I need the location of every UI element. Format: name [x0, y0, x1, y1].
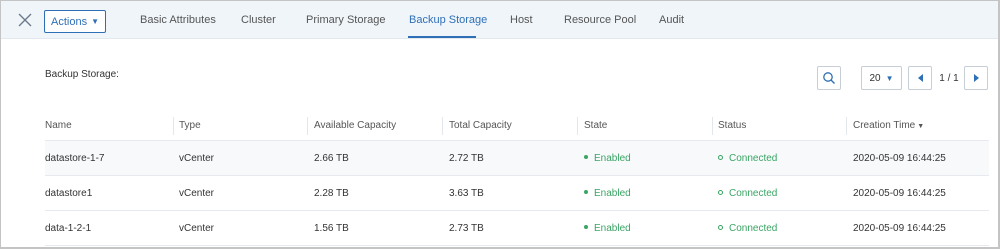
sort-descending-icon[interactable]: ▼ [917, 123, 924, 130]
active-tab-indicator [408, 36, 476, 38]
status-label: Connected [729, 223, 778, 234]
connected-ring-icon [718, 189, 723, 195]
cell-available-capacity: 1.56 TB [314, 223, 349, 234]
cell-available-capacity: 2.28 TB [314, 188, 349, 199]
tab-audit[interactable]: Audit [659, 14, 684, 26]
cell-status: Connected [718, 188, 777, 199]
cell-status: Connected [718, 223, 777, 234]
cell-name: datastore-1-7 [45, 153, 105, 164]
table-row[interactable]: datastore-1-7 vCenter 2.66 TB 2.72 TB En… [45, 141, 989, 176]
enabled-dot-icon [584, 225, 588, 230]
chevron-down-icon: ▼ [91, 16, 99, 26]
page-size-select[interactable]: 20 ▼ [861, 66, 902, 90]
tab-host[interactable]: Host [510, 14, 533, 26]
cell-total-capacity: 2.72 TB [449, 153, 484, 164]
state-label: Enabled [594, 223, 631, 234]
cell-creation-time: 2020-05-09 16:44:25 [853, 153, 946, 164]
cell-creation-time: 2020-05-09 16:44:25 [853, 188, 946, 199]
cell-total-capacity: 3.63 TB [449, 188, 484, 199]
cell-state: Enabled [584, 223, 631, 234]
cell-creation-time: 2020-05-09 16:44:25 [853, 223, 946, 234]
table-row[interactable]: datastore1 vCenter 2.28 TB 3.63 TB Enabl… [45, 176, 989, 211]
connected-ring-icon [718, 224, 723, 230]
column-header-available-capacity[interactable]: Available Capacity [314, 120, 396, 131]
column-divider [846, 117, 847, 135]
backup-storage-table: Name Type Available Capacity Total Capac… [45, 111, 989, 246]
caret-right-icon [973, 74, 979, 82]
column-divider [442, 117, 443, 135]
cell-state: Enabled [584, 188, 631, 199]
search-button[interactable] [817, 66, 841, 90]
cell-name: data-1-2-1 [45, 223, 92, 234]
cell-status: Connected [718, 153, 777, 164]
column-header-name[interactable]: Name [45, 120, 72, 131]
close-button[interactable] [14, 9, 36, 31]
status-label: Connected [729, 153, 778, 164]
column-header-type[interactable]: Type [179, 120, 201, 131]
detail-panel: Actions ▼ Basic Attributes Cluster Prima… [0, 0, 1000, 249]
tab-cluster[interactable]: Cluster [241, 14, 276, 26]
cell-type: vCenter [179, 153, 215, 164]
tab-primary-storage[interactable]: Primary Storage [306, 14, 385, 26]
section-title: Backup Storage: [45, 69, 119, 80]
cell-type: vCenter [179, 188, 215, 199]
column-header-status[interactable]: Status [718, 120, 746, 131]
chevron-down-icon: ▼ [885, 73, 894, 83]
enabled-dot-icon [584, 190, 588, 195]
column-divider [712, 117, 713, 135]
cell-state: Enabled [584, 153, 631, 164]
tab-basic-attributes[interactable]: Basic Attributes [140, 14, 216, 26]
actions-label: Actions [51, 15, 88, 28]
cell-type: vCenter [179, 223, 215, 234]
detail-header: Actions ▼ Basic Attributes Cluster Prima… [1, 1, 998, 39]
column-header-state[interactable]: State [584, 120, 607, 131]
state-label: Enabled [594, 153, 631, 164]
search-icon [823, 72, 835, 84]
column-header-total-capacity[interactable]: Total Capacity [449, 120, 512, 131]
column-header-creation-time-label: Creation Time [853, 120, 916, 131]
cell-available-capacity: 2.66 TB [314, 153, 349, 164]
page-indicator: 1 / 1 [939, 73, 959, 84]
enabled-dot-icon [584, 155, 588, 160]
connected-ring-icon [718, 154, 723, 160]
page-size-value: 20 [869, 72, 881, 84]
column-divider [307, 117, 308, 135]
column-divider [577, 117, 578, 135]
status-label: Connected [729, 188, 778, 199]
column-divider [173, 117, 174, 135]
tab-backup-storage[interactable]: Backup Storage [409, 14, 487, 26]
caret-left-icon [917, 74, 923, 82]
state-label: Enabled [594, 188, 631, 199]
actions-button[interactable]: Actions ▼ [44, 10, 106, 33]
table-header: Name Type Available Capacity Total Capac… [45, 111, 989, 141]
table-row[interactable]: data-1-2-1 vCenter 1.56 TB 2.73 TB Enabl… [45, 211, 989, 246]
cell-name: datastore1 [45, 188, 93, 199]
tab-resource-pool[interactable]: Resource Pool [564, 14, 636, 26]
next-page-button[interactable] [964, 66, 988, 90]
cell-total-capacity: 2.73 TB [449, 223, 484, 234]
close-icon [18, 13, 32, 27]
previous-page-button[interactable] [908, 66, 932, 90]
column-header-creation-time[interactable]: Creation Time ▼ [853, 120, 924, 131]
